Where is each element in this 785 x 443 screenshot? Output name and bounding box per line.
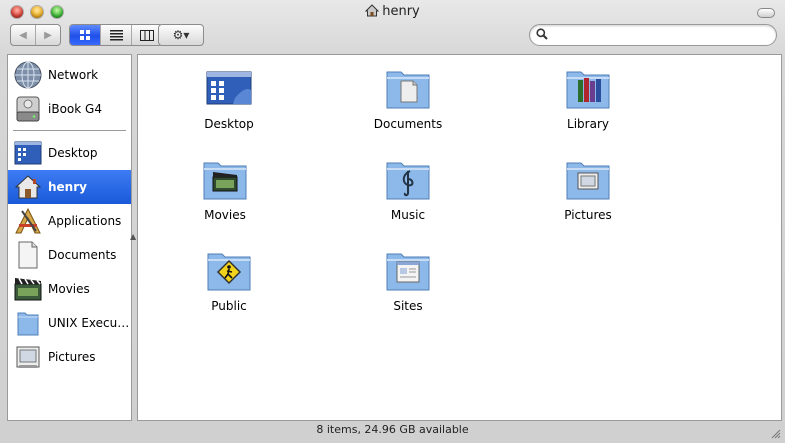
file-item-sites[interactable]: Sites: [358, 247, 458, 327]
pictures-icon: [12, 341, 44, 373]
music-folder-icon: [358, 156, 458, 202]
sidebar-item-henry[interactable]: henry: [8, 170, 131, 204]
desktop-icon: [12, 137, 44, 169]
sidebar-item-label: Desktop: [48, 146, 98, 160]
sidebar-item-label: henry: [48, 180, 87, 194]
public-folder-icon: [179, 247, 279, 293]
folder-icon: [12, 307, 44, 339]
movies-folder-icon: [175, 156, 275, 202]
file-item-documents[interactable]: Documents: [358, 65, 458, 145]
sidebar-item-desktop[interactable]: Desktop: [8, 136, 131, 170]
sidebar-item-label: Applications: [48, 214, 122, 228]
file-item-label: Public: [211, 299, 247, 313]
window-title-text: henry: [382, 4, 420, 19]
file-item-label: Sites: [393, 299, 423, 313]
window-title: henry: [0, 4, 785, 19]
file-item-desktop[interactable]: Desktop: [179, 65, 279, 145]
status-bar: 8 items, 24.96 GB available: [0, 419, 785, 443]
sidebar-divider: [13, 130, 126, 131]
sidebar-resize-handle[interactable]: ▲: [130, 232, 136, 241]
sidebar-item-documents[interactable]: Documents: [8, 238, 131, 272]
sidebar-item-movies[interactable]: Movies: [8, 272, 131, 306]
finder-window: henry ◀ ▶ ⚙▾ Network iBook G4 Desktop he…: [0, 0, 785, 443]
status-text: 8 items, 24.96 GB available: [316, 423, 469, 436]
file-item-label: Movies: [204, 208, 246, 222]
file-item-pictures[interactable]: Pictures: [538, 156, 638, 236]
file-item-label: Pictures: [564, 208, 612, 222]
desktop-folder-icon: [179, 65, 279, 111]
search-field[interactable]: [529, 24, 777, 46]
sidebar-item-label: Movies: [48, 282, 90, 296]
back-forward-group: ◀ ▶: [10, 24, 61, 46]
file-item-label: Music: [390, 208, 426, 222]
sidebar: Network iBook G4 Desktop henry Applicati…: [7, 54, 132, 421]
back-button[interactable]: ◀: [11, 25, 36, 45]
file-item-label: Documents: [373, 117, 443, 131]
file-item-label: Library: [567, 117, 609, 131]
sites-folder-icon: [358, 247, 458, 293]
library-folder-icon: [538, 65, 638, 111]
view-mode-group: [69, 24, 163, 46]
hard-drive-icon: [12, 93, 44, 125]
forward-button[interactable]: ▶: [36, 25, 60, 45]
sidebar-item-label: Pictures: [48, 350, 96, 364]
sidebar-item-network[interactable]: Network: [8, 58, 131, 92]
gear-icon: ⚙▾: [172, 28, 190, 42]
search-input[interactable]: [552, 26, 766, 44]
sidebar-item-label: UNIX Execu…: [48, 316, 130, 330]
movies-icon: [12, 273, 44, 305]
sidebar-item-applications[interactable]: Applications: [8, 204, 131, 238]
network-globe-icon: [12, 59, 44, 91]
sidebar-item-pictures[interactable]: Pictures: [8, 340, 131, 374]
list-view-button[interactable]: [101, 25, 132, 45]
toolbar-toggle-button[interactable]: [757, 8, 775, 18]
file-item-movies[interactable]: Movies: [175, 156, 275, 236]
documents-icon: [12, 239, 44, 271]
applications-icon: [12, 205, 44, 237]
file-item-library[interactable]: Library: [538, 65, 638, 145]
search-icon: [536, 28, 548, 40]
sidebar-item-label: Documents: [48, 248, 117, 262]
resize-grip-icon[interactable]: [770, 428, 781, 439]
documents-folder-icon: [358, 65, 458, 111]
icon-grid-icon: [80, 30, 90, 40]
columns-icon: [140, 29, 154, 41]
list-icon: [109, 29, 123, 40]
file-item-label: Desktop: [204, 117, 254, 131]
action-menu-button[interactable]: ⚙▾: [158, 24, 204, 46]
sidebar-item-unix-executables[interactable]: UNIX Execu…: [8, 306, 131, 340]
file-item-music[interactable]: Music: [358, 156, 458, 236]
forward-arrow-icon: ▶: [44, 29, 52, 41]
sidebar-item-ibook-g4[interactable]: iBook G4: [8, 92, 131, 126]
home-icon: [12, 171, 44, 203]
back-arrow-icon: ◀: [19, 29, 27, 41]
icon-view-area: Desktop Documents Library Movies Music P…: [137, 54, 782, 421]
icon-view-button[interactable]: [70, 25, 101, 45]
pictures-folder-icon: [538, 156, 638, 202]
title-bar[interactable]: henry: [0, 0, 785, 24]
home-icon: [365, 4, 380, 17]
sidebar-item-label: iBook G4: [48, 102, 102, 116]
sidebar-item-label: Network: [48, 68, 99, 82]
file-item-public[interactable]: Public: [179, 247, 279, 327]
